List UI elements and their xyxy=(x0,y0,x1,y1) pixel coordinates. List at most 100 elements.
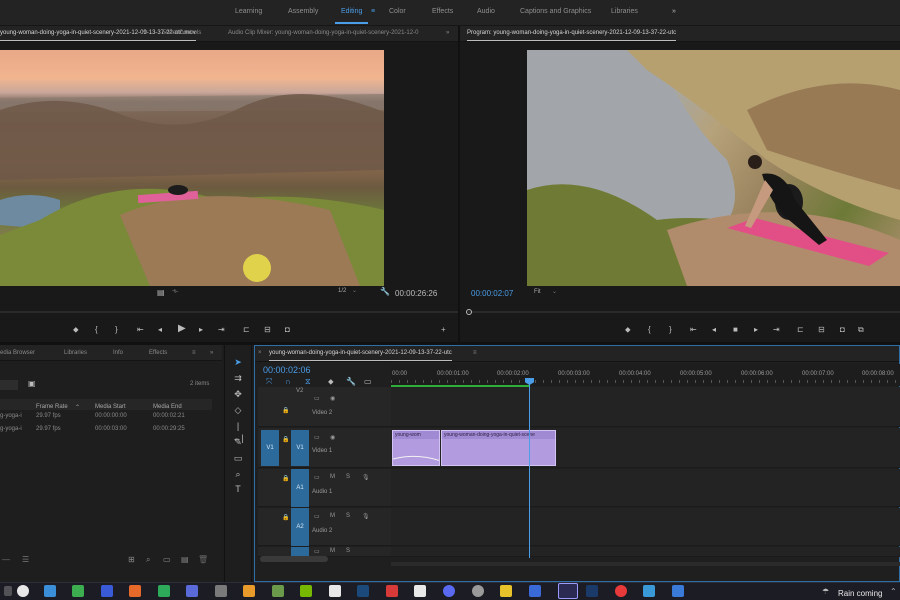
export-frame-icon[interactable]: ◘ xyxy=(285,326,290,334)
tab-program[interactable]: Program: young-woman-doing-yoga-in-quiet… xyxy=(467,30,677,41)
prog-go-to-in-icon[interactable]: ⇤ xyxy=(690,326,697,334)
prog-stop-icon[interactable]: ■ xyxy=(733,326,738,334)
tab-audio-clip-mixer[interactable]: Audio Clip Mixer: young-woman-doing-yoga… xyxy=(228,30,418,36)
folder-icon[interactable] xyxy=(500,585,512,597)
app-icon[interactable] xyxy=(643,585,655,597)
prog-step-back-icon[interactable]: ◂ xyxy=(712,326,716,334)
lock-icon[interactable]: 🔒 xyxy=(282,407,289,414)
sort-ascending-icon[interactable]: ⌃ xyxy=(75,404,80,411)
prog-mark-out-icon[interactable]: } xyxy=(669,326,672,334)
project-search-input[interactable] xyxy=(0,380,18,390)
table-row[interactable]: g-yoga-i 29.97 fps 00:00:03:00 00:00:29:… xyxy=(0,424,212,436)
app-icon[interactable] xyxy=(414,585,426,597)
program-fit-select[interactable]: Fit xyxy=(534,289,541,295)
mute-button[interactable]: M xyxy=(330,474,335,480)
playhead-line[interactable] xyxy=(529,378,530,558)
find-icon[interactable]: ⌕ xyxy=(146,555,150,565)
lock-icon[interactable]: 🔒 xyxy=(282,436,289,443)
prog-step-forward-icon[interactable]: ▸ xyxy=(754,326,758,334)
razor-tool-icon[interactable]: ◇ xyxy=(232,404,244,416)
lane-a1[interactable] xyxy=(391,469,900,507)
prog-export-frame-icon[interactable]: ◘ xyxy=(840,326,845,334)
fit-icon[interactable]: ⟛ xyxy=(172,288,178,296)
step-back-icon[interactable]: ◂ xyxy=(158,326,162,334)
ripple-edit-tool-icon[interactable]: ✥ xyxy=(232,388,244,400)
tab-sequence[interactable]: young-woman-doing-yoga-in-quiet-scenery-… xyxy=(269,350,452,361)
app-icon[interactable] xyxy=(329,585,341,597)
timeline-clip[interactable]: young-woman-doing-yoga-in-quiet-scene xyxy=(441,430,556,466)
source-tab-menu-icon[interactable]: ≡ xyxy=(144,30,148,36)
lock-icon[interactable]: 🔒 xyxy=(282,514,289,521)
premiere-pro-icon[interactable] xyxy=(558,583,578,599)
more-workspaces-icon[interactable]: » xyxy=(672,8,676,15)
source-patch-v1[interactable]: V1 xyxy=(261,430,279,466)
tab-libraries[interactable]: Libraries xyxy=(64,350,87,356)
project-more-tabs-icon[interactable]: » xyxy=(210,350,213,356)
button-editor-icon[interactable]: + xyxy=(441,326,446,334)
lift-icon[interactable]: ⊏ xyxy=(797,326,804,334)
add-marker-timeline-icon[interactable]: ⧖ xyxy=(305,377,311,387)
app-icon[interactable] xyxy=(129,585,141,597)
go-to-out-icon[interactable]: ⇥ xyxy=(218,326,225,334)
app-icon[interactable] xyxy=(672,585,684,597)
automate-icon[interactable]: ⊞ xyxy=(128,555,135,564)
eye-icon[interactable]: ◉ xyxy=(330,434,335,441)
tab-info[interactable]: Info xyxy=(113,350,123,356)
slip-tool-icon[interactable]: |↔| xyxy=(232,420,244,443)
lock-icon[interactable]: 🔒 xyxy=(282,475,289,482)
go-to-in-icon[interactable]: ⇤ xyxy=(137,326,144,334)
col-media-start[interactable]: Media Start xyxy=(95,404,126,410)
new-bin-footer-icon[interactable]: ▭ xyxy=(163,555,171,564)
list-view-icon[interactable]: — xyxy=(2,555,10,564)
play-icon[interactable]: ▶ xyxy=(178,324,186,334)
snap-icon[interactable]: ⤧ xyxy=(266,377,272,387)
solo-button[interactable]: S xyxy=(346,513,350,519)
rectangle-tool-icon[interactable]: ▭ xyxy=(232,452,244,464)
master-sync-icon[interactable]: ▭ xyxy=(314,548,320,555)
hand-tool-icon[interactable]: ⌕ xyxy=(232,468,244,480)
more-tabs-icon[interactable]: » xyxy=(446,30,449,36)
tray-chevron-up-icon[interactable]: ⌃ xyxy=(890,587,897,596)
source-scrub-bar[interactable] xyxy=(0,311,458,313)
app-icon[interactable] xyxy=(615,585,627,597)
linked-selection-icon[interactable]: ∩ xyxy=(285,377,291,386)
trash-icon[interactable]: 🗑 xyxy=(198,555,208,564)
close-sequence-icon[interactable]: × xyxy=(258,350,262,356)
film-icon[interactable]: ▭ xyxy=(314,434,320,441)
timeline-zoom-scrollbar[interactable] xyxy=(260,556,328,562)
film-icon[interactable]: ▭ xyxy=(314,395,320,402)
app-icon[interactable] xyxy=(158,585,170,597)
sequence-menu-icon[interactable]: ≡ xyxy=(473,350,477,356)
discord-icon[interactable] xyxy=(443,585,455,597)
track-target-a1[interactable]: A1 xyxy=(291,469,309,507)
wrench-icon[interactable]: 🔧 xyxy=(380,287,390,296)
workspace-learning[interactable]: Learning xyxy=(235,8,262,15)
timeline-clip[interactable]: young-wom xyxy=(392,430,440,466)
chrome-icon[interactable] xyxy=(17,585,29,597)
pen-tool-icon[interactable]: ✎ xyxy=(232,436,244,448)
extract-icon[interactable]: ⊟ xyxy=(818,326,825,334)
track-target-a2[interactable]: A2 xyxy=(291,508,309,546)
tab-menu-icon[interactable]: ≡ xyxy=(192,350,196,356)
overwrite-icon[interactable]: ⊟ xyxy=(264,326,271,334)
browser-icon[interactable] xyxy=(101,585,113,597)
sync-lock-icon[interactable]: ▭ xyxy=(314,474,320,481)
obs-icon[interactable] xyxy=(472,585,484,597)
program-scrub-bar[interactable] xyxy=(468,311,900,313)
insert-icon[interactable]: ⊏ xyxy=(243,326,250,334)
lane-v2[interactable] xyxy=(391,387,900,427)
file-explorer-icon[interactable] xyxy=(44,585,56,597)
program-timecode[interactable]: 00:00:02:07 xyxy=(471,289,513,298)
timeline-horizontal-scrollbar[interactable] xyxy=(391,562,900,566)
program-video-frame[interactable] xyxy=(527,50,900,286)
settings-icon[interactable]: ▤ xyxy=(157,288,165,297)
app-icon[interactable] xyxy=(272,585,284,597)
playhead-handle[interactable] xyxy=(466,309,472,315)
timeline-settings-icon[interactable]: 🔧 xyxy=(346,377,356,386)
workspace-captions-graphics[interactable]: Captions and Graphics xyxy=(520,8,591,15)
steam-icon[interactable] xyxy=(357,585,369,597)
workspace-assembly[interactable]: Assembly xyxy=(288,8,318,15)
workspace-editing[interactable]: Editing xyxy=(334,8,369,24)
table-row[interactable]: g-yoga-i 29.97 fps 00:00:00:00 00:00:02:… xyxy=(0,411,212,423)
col-frame-rate[interactable]: Frame Rate xyxy=(36,404,68,410)
